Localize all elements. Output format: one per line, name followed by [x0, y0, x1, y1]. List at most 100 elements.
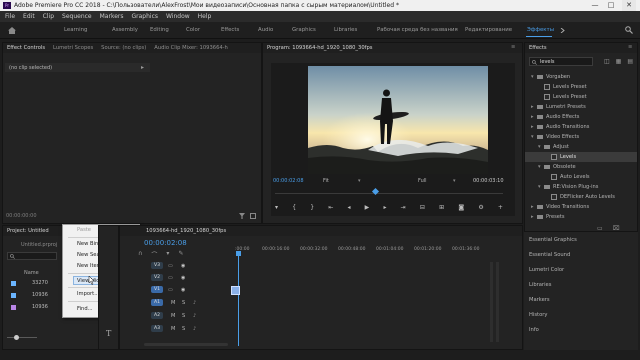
chevron-down-icon[interactable]: ▾	[538, 182, 541, 192]
project-item[interactable]: 33270	[32, 280, 48, 286]
workspace-effects[interactable]: Effects	[221, 27, 239, 33]
panel-link-info[interactable]: Info	[529, 327, 539, 333]
panel-link-lumetri-color[interactable]: Lumetri Color	[529, 267, 564, 273]
panel-menu-icon[interactable]: ≡	[511, 44, 515, 50]
maximize-button[interactable]: □	[604, 0, 618, 11]
close-button[interactable]: ✕	[622, 0, 636, 11]
extract-icon[interactable]: ⊞	[439, 204, 444, 211]
workspace-audio[interactable]: Audio	[258, 27, 273, 33]
menu-sequence[interactable]: Sequence	[62, 13, 92, 20]
menu-help[interactable]: Help	[198, 13, 212, 20]
timeline-horizontal-scrollbar[interactable]	[144, 343, 228, 346]
panel-link-history[interactable]: History	[529, 312, 547, 318]
eye-icon[interactable]: ◉	[181, 263, 185, 269]
panel-menu-icon[interactable]: ≡	[628, 44, 632, 50]
tab-project[interactable]: Project: Untitled	[7, 228, 49, 234]
track-v1-label[interactable]: V1	[151, 286, 163, 293]
project-item[interactable]: 10936	[32, 292, 48, 298]
effects-folder[interactable]: ▸ Video Transitions	[525, 202, 637, 212]
add-button-icon[interactable]: +	[498, 204, 503, 211]
effects-folder[interactable]: ▸ Lumetri Presets	[525, 102, 637, 112]
workspace-assembly[interactable]: Assembly	[112, 27, 138, 33]
effects-folder[interactable]: ▸ Audio Transitions	[525, 122, 637, 132]
effects-folder[interactable]: ▾ RE:Vision Plug-ins	[525, 182, 637, 192]
search-icon[interactable]	[625, 26, 633, 34]
home-icon[interactable]	[8, 27, 16, 34]
tab-program[interactable]: Program: 1093664-hd_1920_1080_30fps	[267, 45, 372, 51]
effect-item[interactable]: Auto Levels	[525, 172, 637, 182]
quality-dropdown[interactable]: Full	[418, 178, 427, 184]
mark-in-icon[interactable]: {	[292, 204, 296, 211]
menu-item-new-bin[interactable]: New Bin	[77, 241, 98, 247]
workspace-graphics[interactable]: Graphics	[292, 27, 316, 33]
workspace-editing-ru[interactable]: Редактирование	[465, 27, 512, 33]
tab-sequence[interactable]: 1093664-hd_1920_1080_30fps	[124, 228, 226, 234]
effects-folder[interactable]: ▸ Audio Effects	[525, 112, 637, 122]
chevron-right-icon[interactable]: ▸	[531, 202, 534, 212]
mute-button[interactable]: M	[171, 313, 175, 319]
track-a1-label[interactable]: A1	[151, 299, 163, 306]
new-bin-icon[interactable]: ▭	[597, 225, 603, 232]
playhead-scrubber[interactable]	[275, 193, 503, 194]
camera-icon[interactable]: ◙	[458, 204, 464, 211]
effects-folder[interactable]: ▸ Presets	[525, 212, 637, 222]
minimize-button[interactable]: —	[588, 0, 602, 11]
chevron-down-icon[interactable]: ▾	[531, 132, 534, 142]
tab-lumetri-scopes[interactable]: Lumetri Scopes	[53, 45, 93, 51]
workspace-effects-ru[interactable]: Эффекты	[527, 27, 554, 33]
chevron-down-icon[interactable]: ▾	[453, 178, 456, 184]
mic-icon[interactable]: ♪	[193, 313, 196, 319]
mark-out-icon[interactable]: }	[310, 204, 314, 211]
effects-folder[interactable]: ▾ Video Effects	[525, 132, 637, 142]
panel-link-libraries[interactable]: Libraries	[529, 282, 551, 288]
effect-item[interactable]: Levels	[525, 152, 637, 162]
timeline-ruler[interactable]: :00:00 00:00:16:00 00:00:32:00 00:00:48:…	[235, 244, 522, 256]
chevron-down-icon[interactable]: ▾	[531, 72, 534, 82]
menu-graphics[interactable]: Graphics	[132, 13, 159, 20]
menu-file[interactable]: File	[5, 13, 15, 20]
film-icon[interactable]: ▭	[168, 263, 173, 269]
film-icon[interactable]: ▭	[168, 287, 173, 293]
step-forward-icon[interactable]: ▸	[383, 204, 386, 211]
workspace-libraries[interactable]: Libraries	[334, 27, 357, 33]
effects-search-input[interactable]: levels	[529, 57, 593, 66]
workspace-color[interactable]: Color	[186, 27, 200, 33]
effects-folder[interactable]: ▾ Obsolete	[525, 162, 637, 172]
chevron-right-icon[interactable]	[560, 28, 565, 33]
film-icon[interactable]: ▭	[168, 275, 173, 281]
type-tool-icon[interactable]: T	[106, 329, 111, 338]
settings-icon[interactable]: ⚙	[478, 204, 483, 211]
tab-audio-clip-mixer[interactable]: Audio Clip Mixer: 1093664-h	[154, 45, 228, 51]
menu-clip[interactable]: Clip	[43, 13, 54, 20]
workspace-editing[interactable]: Editing	[150, 27, 169, 33]
menu-markers[interactable]: Markers	[100, 13, 124, 20]
video-clip[interactable]	[231, 286, 240, 295]
chevron-right-icon[interactable]: ▸	[531, 102, 534, 112]
track-a2-label[interactable]: A2	[151, 312, 163, 319]
go-to-out-icon[interactable]: ⇥	[401, 204, 406, 211]
lift-icon[interactable]: ⊟	[420, 204, 425, 211]
label-color-swatch[interactable]	[11, 293, 16, 298]
mute-button[interactable]: M	[171, 300, 175, 306]
trash-icon[interactable]: ⌧	[613, 225, 620, 232]
effects-folder[interactable]: ▾ Adjust	[525, 142, 637, 152]
project-item[interactable]: 10936	[32, 304, 48, 310]
step-back-icon[interactable]: ◂	[347, 204, 350, 211]
solo-button[interactable]: S	[182, 300, 185, 306]
workspace-learning[interactable]: Learning	[64, 27, 87, 33]
go-to-in-icon[interactable]: ⇤	[328, 204, 333, 211]
tab-effect-controls[interactable]: Effect Controls	[7, 45, 45, 51]
panel-link-markers[interactable]: Markers	[529, 297, 550, 303]
menu-item-find[interactable]: Find...	[77, 306, 93, 312]
label-color-swatch[interactable]	[11, 281, 16, 286]
menu-window[interactable]: Window	[166, 13, 190, 20]
wrench-icon[interactable]: ✎	[178, 250, 183, 259]
solo-button[interactable]: S	[182, 326, 185, 332]
eye-icon[interactable]: ◉	[181, 275, 185, 281]
column-name-header[interactable]: Name	[24, 270, 39, 276]
program-timecode[interactable]: 00:00:02:08	[273, 178, 304, 184]
menu-item-import[interactable]: Import...	[77, 291, 99, 297]
workspace-unnamed[interactable]: Рабочая среда без названия	[377, 27, 458, 33]
timeline-timecode[interactable]: 00:00:02:08	[144, 239, 187, 247]
mic-icon[interactable]: ♪	[193, 326, 196, 332]
